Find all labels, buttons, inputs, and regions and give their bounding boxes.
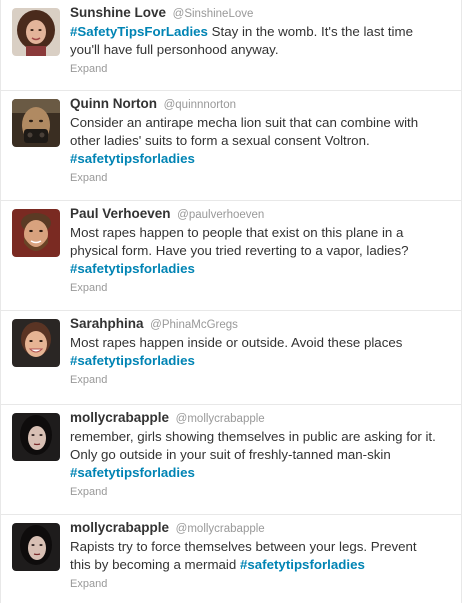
tweet-text-line: #SafetyTipsForLadies Stay in the womb. I… [70,23,462,41]
author-name[interactable]: Sunshine Love [70,5,166,20]
tweet-content: Paul Verhoeven @paulverhoeven Most rapes… [70,206,462,296]
tweet-text: #SafetyTipsForLadies Stay in the womb. I… [70,23,462,59]
author-username[interactable]: @SinshineLove [173,8,254,20]
tweet-item[interactable]: Sunshine Love @SinshineLove #SafetyTipsF… [1,0,461,91]
avatar[interactable] [12,209,60,257]
expand-link[interactable]: Expand [70,578,107,590]
bearded-man-avatar-icon [12,209,60,257]
tweet-header: mollycrabapple @mollycrabapple [70,520,462,537]
expand-link[interactable]: Expand [70,374,107,386]
author-name[interactable]: Sarahphina [70,316,144,331]
author-username[interactable]: @PhinaMcGregs [150,319,238,331]
tweet-header: Sarahphina @PhinaMcGregs [70,316,462,333]
tweet-content: mollycrabapple @mollycrabapple remember,… [70,410,462,500]
dark-haired-woman-avatar-icon [12,413,60,461]
tweet-text: Most rapes happen to people that exist o… [70,224,462,278]
tweet-header: Quinn Norton @quinnnorton [70,96,462,113]
hashtag-link[interactable]: #safetytipsforladies [70,261,195,276]
author-name[interactable]: mollycrabapple [70,520,169,535]
tweet-text-line: Only go outside in your suit of freshly-… [70,446,462,464]
tweet-text-segment: remember, girls showing themselves in pu… [70,429,436,444]
author-name[interactable]: Paul Verhoeven [70,206,171,221]
tweet-content: Sarahphina @PhinaMcGregs Most rapes happ… [70,316,462,388]
tweet-text-segment: Rapists try to force themselves between … [70,539,417,554]
tweet-text-line: #safetytipsforladies [70,464,462,482]
tweet-text-line: Consider an antirape mecha lion suit tha… [70,114,462,132]
tweet-content: Sunshine Love @SinshineLove #SafetyTipsF… [70,5,462,77]
tweet-item[interactable]: Paul Verhoeven @paulverhoeven Most rapes… [1,201,461,311]
tweet-text: Consider an antirape mecha lion suit tha… [70,114,462,168]
expand-link[interactable]: Expand [70,172,107,184]
tweet-text-line: this by becoming a mermaid #safetytipsfo… [70,556,462,574]
author-username[interactable]: @quinnnorton [164,99,236,111]
tweet-content: mollycrabapple @mollycrabapple Rapists t… [70,520,462,592]
tweet-text-line: #safetytipsforladies [70,260,462,278]
avatar[interactable] [12,319,60,367]
tweet-text-line: Most rapes happen inside or outside. Avo… [70,334,462,352]
tweet-item[interactable]: Quinn Norton @quinnnorton Consider an an… [1,91,461,201]
author-username[interactable]: @mollycrabapple [176,523,265,535]
tweet-content: Quinn Norton @quinnnorton Consider an an… [70,96,462,186]
hashtag-link[interactable]: #safetytipsforladies [70,465,195,480]
tweet-text-segment: physical form. Have you tried reverting … [70,243,409,258]
tweet-text-line: remember, girls showing themselves in pu… [70,428,462,446]
tweet-text: Most rapes happen inside or outside. Avo… [70,334,462,370]
tweet-item[interactable]: Sarahphina @PhinaMcGregs Most rapes happ… [1,311,461,405]
tweet-text-line: Rapists try to force themselves between … [70,538,462,556]
tweet-item[interactable]: mollycrabapple @mollycrabapple Rapists t… [1,515,461,603]
tweet-text: Rapists try to force themselves between … [70,538,462,574]
tweet-text-segment: other ladies' suits to form a sexual con… [70,133,370,148]
hashtag-link[interactable]: #safetytipsforladies [70,353,195,368]
masked-face-avatar-icon [12,99,60,147]
hashtag-link[interactable]: #safetytipsforladies [70,151,195,166]
tweet-text-segment: you'll have full personhood anyway. [70,42,279,57]
avatar[interactable] [12,413,60,461]
tweet-text-segment: Stay in the womb. It's the last time [207,24,413,39]
tweet-text-segment: Consider an antirape mecha lion suit tha… [70,115,419,130]
expand-link[interactable]: Expand [70,63,107,75]
tweet-text-line: #safetytipsforladies [70,150,462,168]
author-username[interactable]: @paulverhoeven [177,209,264,221]
hashtag-link[interactable]: #safetytipsforladies [240,557,365,572]
tweet-header: Sunshine Love @SinshineLove [70,5,462,22]
tweet-timeline: Sunshine Love @SinshineLove #SafetyTipsF… [0,0,462,603]
tweet-text-line: #safetytipsforladies [70,352,462,370]
avatar[interactable] [12,99,60,147]
tweet-text-segment: Only go outside in your suit of freshly-… [70,447,391,462]
avatar[interactable] [12,8,60,56]
author-name[interactable]: mollycrabapple [70,410,169,425]
hashtag-link[interactable]: #SafetyTipsForLadies [70,24,208,39]
tweet-text: remember, girls showing themselves in pu… [70,428,462,482]
expand-link[interactable]: Expand [70,282,107,294]
avatar[interactable] [12,523,60,571]
tweet-text-line: other ladies' suits to form a sexual con… [70,132,462,150]
tweet-text-segment: Most rapes happen inside or outside. Avo… [70,335,403,350]
tweet-text-line: you'll have full personhood anyway. [70,41,462,59]
dark-haired-woman-avatar-icon [12,523,60,571]
author-username[interactable]: @mollycrabapple [176,413,265,425]
tweet-text-line: Most rapes happen to people that exist o… [70,224,462,242]
tweet-header: Paul Verhoeven @paulverhoeven [70,206,462,223]
tweet-item[interactable]: mollycrabapple @mollycrabapple remember,… [1,405,461,515]
curly-hair-woman-avatar-icon [12,8,60,56]
expand-link[interactable]: Expand [70,486,107,498]
author-name[interactable]: Quinn Norton [70,96,157,111]
tweet-text-segment: Most rapes happen to people that exist o… [70,225,404,240]
tweet-text-line: physical form. Have you tried reverting … [70,242,462,260]
tweet-text-segment: this by becoming a mermaid [70,557,240,572]
tweet-header: mollycrabapple @mollycrabapple [70,410,462,427]
smiling-woman-avatar-icon [12,319,60,367]
